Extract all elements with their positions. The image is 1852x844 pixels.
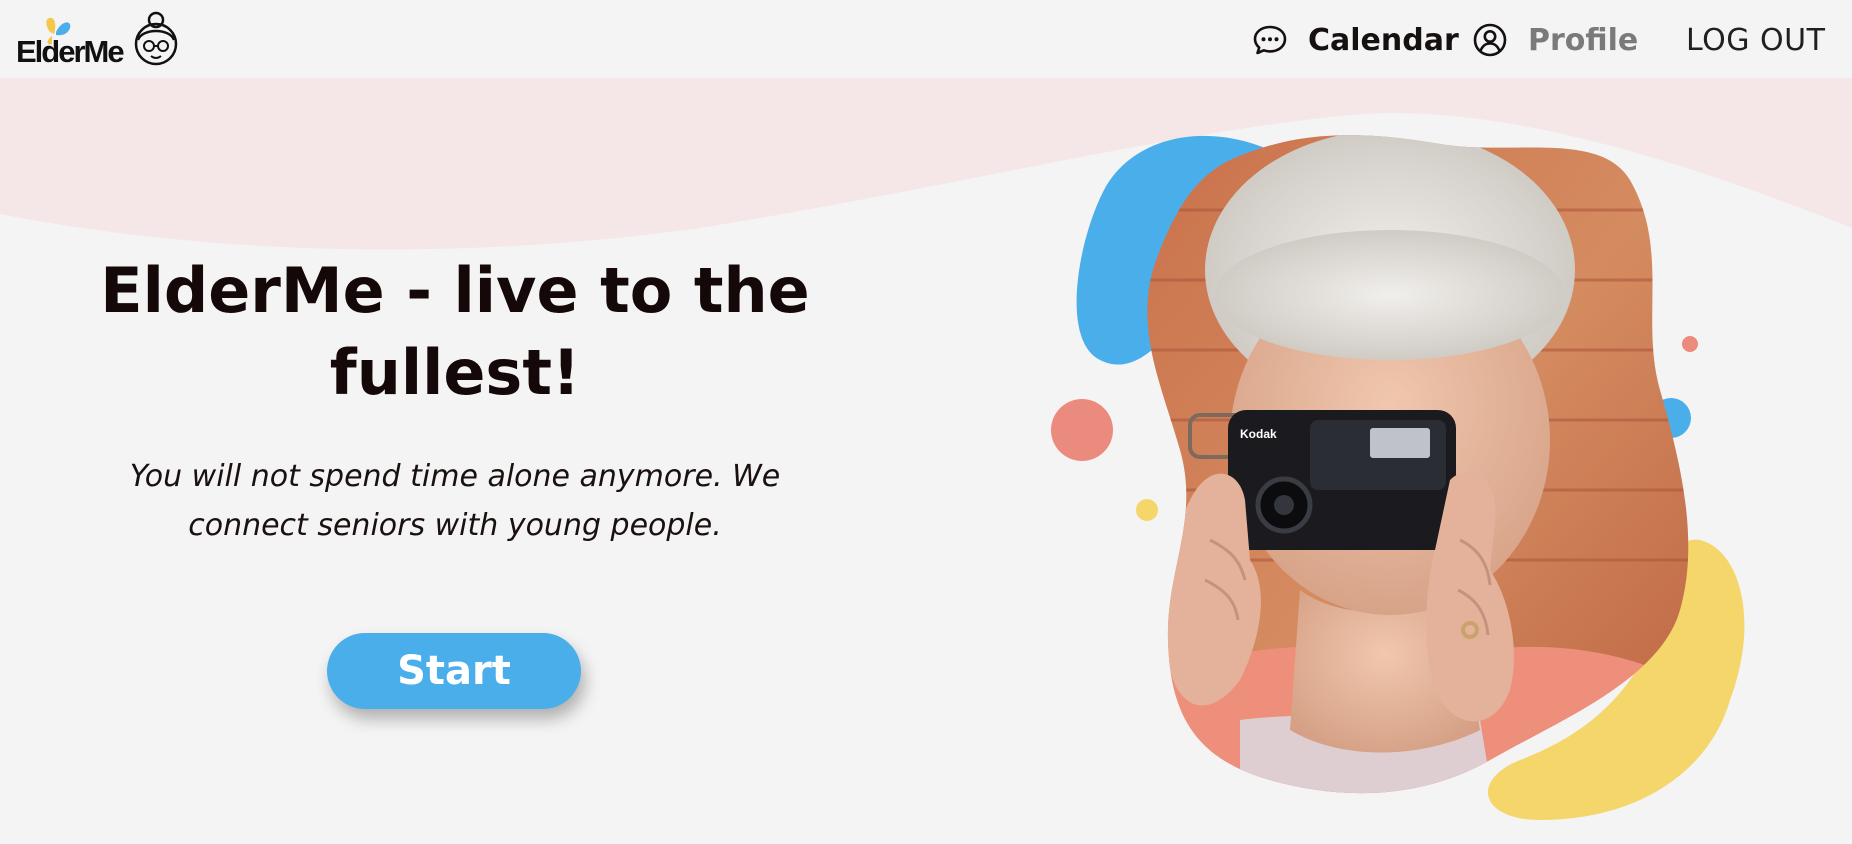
top-header: ElderMe Calendar Profile LOG OUT (0, 0, 1852, 78)
hero-subtitle: You will not spend time alone anymore. W… (129, 459, 781, 543)
hero-illustration: Kodak (1051, 135, 1745, 820)
user-circle-icon (1473, 23, 1507, 57)
logout-button[interactable]: LOG OUT (1686, 20, 1825, 60)
start-button[interactable]: Start (327, 633, 581, 709)
yellow-dot (1136, 499, 1158, 521)
eldermebrand-logo[interactable]: ElderMe (16, 10, 186, 72)
logout-label: LOG OUT (1686, 22, 1826, 58)
landing-page: ElderMe Calendar Profile LOG OUT ElderMe… (0, 0, 1852, 844)
coral-dot (1051, 399, 1113, 461)
nav-calendar-link[interactable]: Calendar (1252, 20, 1459, 60)
chat-bubble-icon (1253, 25, 1287, 55)
hero-title: ElderMe - live to the fullest! (100, 254, 810, 409)
svg-text:Kodak: Kodak (1240, 427, 1277, 441)
small-coral-dot (1682, 336, 1698, 352)
nav-profile-link[interactable]: Profile (1472, 20, 1638, 60)
nav-profile-label: Profile (1528, 22, 1639, 58)
nav-calendar-label: Calendar (1308, 22, 1459, 58)
logo-text: ElderMe (16, 34, 125, 69)
